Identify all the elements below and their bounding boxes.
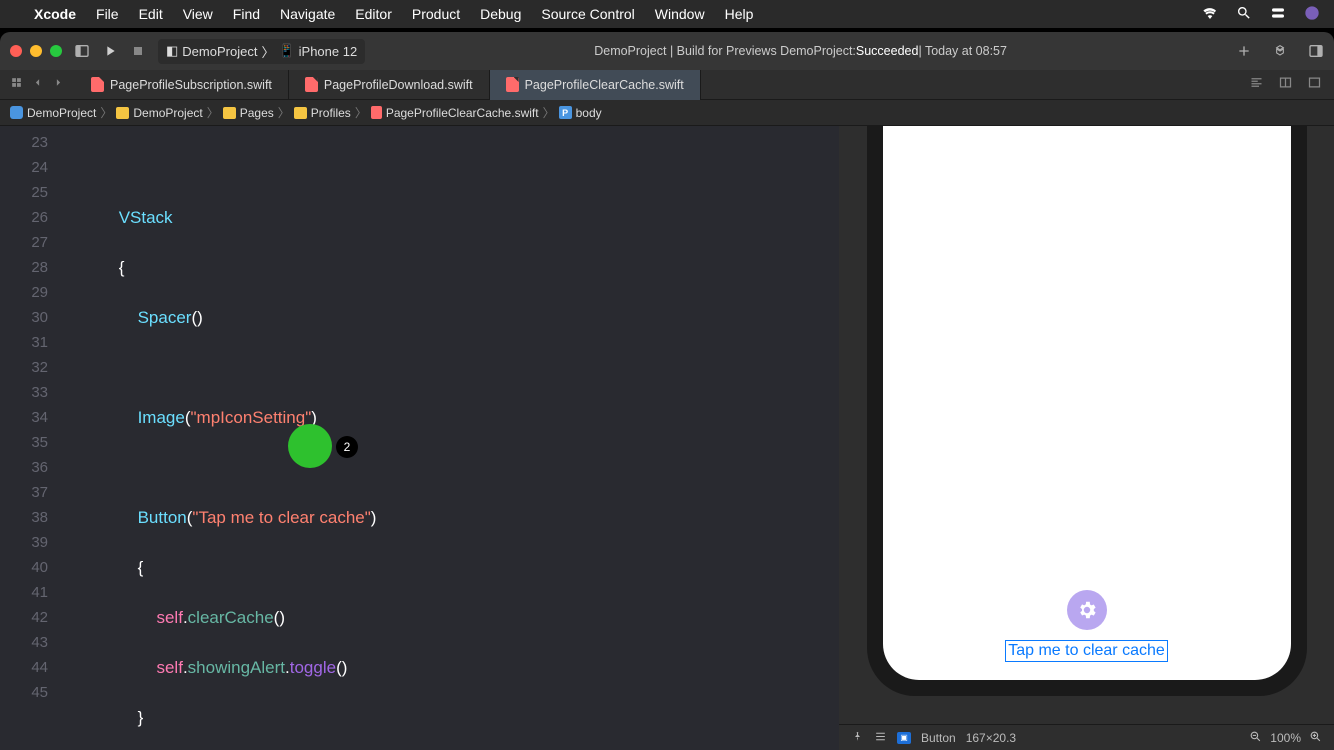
inspector-toggle-icon[interactable] [1308, 43, 1324, 59]
user-icon[interactable] [1304, 5, 1320, 24]
chevron-right-icon: 〉 [261, 42, 274, 61]
menu-edit[interactable]: Edit [139, 6, 163, 22]
tab-subscription[interactable]: PageProfileSubscription.swift [75, 70, 289, 100]
swift-file-icon [305, 77, 318, 92]
menu-help[interactable]: Help [725, 6, 754, 22]
tab-label: PageProfileClearCache.swift [525, 78, 684, 92]
device-frame: Tap me to clear cache [839, 126, 1334, 724]
menu-source-control[interactable]: Source Control [541, 6, 634, 22]
tab-clearcache[interactable]: PageProfileClearCache.swift [490, 70, 701, 100]
activity-status: DemoProject | Build for Previews DemoPro… [377, 44, 1224, 58]
code-editor[interactable]: 2324252627282930313233343536373839404142… [0, 126, 839, 750]
close-button[interactable] [10, 45, 22, 57]
project-icon [10, 106, 23, 119]
macos-menubar: Xcode File Edit View Find Navigate Edito… [0, 0, 1334, 28]
zoom-out-icon[interactable] [1249, 730, 1262, 746]
annotation-badge: 2 [336, 436, 358, 458]
property-icon: P [559, 106, 572, 119]
navigator-toggle-icon[interactable] [74, 43, 90, 59]
swift-file-icon [371, 106, 382, 119]
canvas-status-bar: ▣ Button 167×20.3 100% [839, 724, 1334, 750]
selectable-icon[interactable]: ▣ [897, 732, 911, 744]
scheme-device-label: iPhone 12 [299, 44, 358, 59]
code-content[interactable]: VStack { Spacer() Image("mpIconSetting")… [58, 126, 839, 750]
stop-button[interactable] [130, 43, 146, 59]
tab-download[interactable]: PageProfileDownload.swift [289, 70, 490, 100]
device-icon: 📱 [278, 43, 294, 59]
line-gutter: 2324252627282930313233343536373839404142… [0, 126, 58, 750]
scheme-project-label: DemoProject [182, 44, 257, 59]
forward-icon[interactable] [52, 76, 65, 94]
pin-icon[interactable] [851, 730, 864, 746]
minimize-button[interactable] [30, 45, 42, 57]
editor-tabbar: PageProfileSubscription.swift PageProfil… [0, 70, 1334, 100]
jump-bar[interactable]: DemoProject〉 DemoProject〉 Pages〉 Profile… [0, 100, 1334, 126]
scheme-selector[interactable]: ◧ DemoProject 〉 📱 iPhone 12 [158, 39, 365, 64]
crumb-project[interactable]: DemoProject [27, 106, 96, 120]
status-time: | Today at 08:57 [918, 44, 1007, 58]
folder-icon [223, 107, 236, 119]
wifi-icon[interactable] [1202, 5, 1218, 24]
zoom-level[interactable]: 100% [1270, 731, 1301, 745]
crumb-file[interactable]: PageProfileClearCache.swift [386, 106, 539, 120]
menu-file[interactable]: File [96, 6, 119, 22]
canvas-preview: Tap me to clear cache ▣ Button 167×20.3 … [839, 126, 1334, 750]
add-icon[interactable] [1236, 43, 1252, 59]
menu-product[interactable]: Product [412, 6, 460, 22]
status-result: Succeeded [856, 44, 919, 58]
menu-navigate[interactable]: Navigate [280, 6, 335, 22]
main-area: 2324252627282930313233343536373839404142… [0, 126, 1334, 750]
back-icon[interactable] [31, 76, 44, 94]
crumb-folder2[interactable]: Pages [240, 106, 274, 120]
menu-find[interactable]: Find [233, 6, 260, 22]
library-icon[interactable] [1272, 43, 1288, 59]
spotlight-icon[interactable] [1236, 5, 1252, 24]
zoom-button[interactable] [50, 45, 62, 57]
xcode-toolbar: ◧ DemoProject 〉 📱 iPhone 12 DemoProject … [0, 32, 1334, 70]
menu-debug[interactable]: Debug [480, 6, 521, 22]
status-prefix: DemoProject | Build for Previews DemoPro… [594, 44, 856, 58]
preview-screen[interactable]: Tap me to clear cache [883, 126, 1291, 680]
run-button[interactable] [102, 43, 118, 59]
window-controls [10, 45, 62, 57]
swift-file-icon [91, 77, 104, 92]
add-editor-icon[interactable] [1307, 75, 1322, 95]
app-icon: ◧ [166, 43, 178, 59]
phone-bezel: Tap me to clear cache [867, 126, 1307, 696]
clear-cache-button[interactable]: Tap me to clear cache [1005, 640, 1168, 662]
menu-editor[interactable]: Editor [355, 6, 392, 22]
crumb-symbol[interactable]: body [576, 106, 602, 120]
annotation-marker[interactable] [288, 424, 332, 468]
adjust-editor-icon[interactable] [1278, 75, 1293, 95]
live-icon[interactable] [874, 730, 887, 746]
crumb-folder1[interactable]: DemoProject [133, 106, 202, 120]
minimap-icon[interactable] [1249, 75, 1264, 95]
settings-gear-icon [1067, 590, 1107, 630]
tab-label: PageProfileSubscription.swift [110, 78, 272, 92]
folder-icon [116, 107, 129, 119]
menu-window[interactable]: Window [655, 6, 705, 22]
folder-icon [294, 107, 307, 119]
menu-view[interactable]: View [183, 6, 213, 22]
selected-element-size: 167×20.3 [966, 731, 1016, 745]
tab-label: PageProfileDownload.swift [324, 78, 473, 92]
zoom-in-icon[interactable] [1309, 730, 1322, 746]
control-center-icon[interactable] [1270, 5, 1286, 24]
selected-element-label: Button [921, 731, 956, 745]
app-menu[interactable]: Xcode [34, 6, 76, 22]
crumb-folder3[interactable]: Profiles [311, 106, 351, 120]
swift-file-icon [506, 77, 519, 92]
related-items-icon[interactable] [10, 76, 23, 94]
